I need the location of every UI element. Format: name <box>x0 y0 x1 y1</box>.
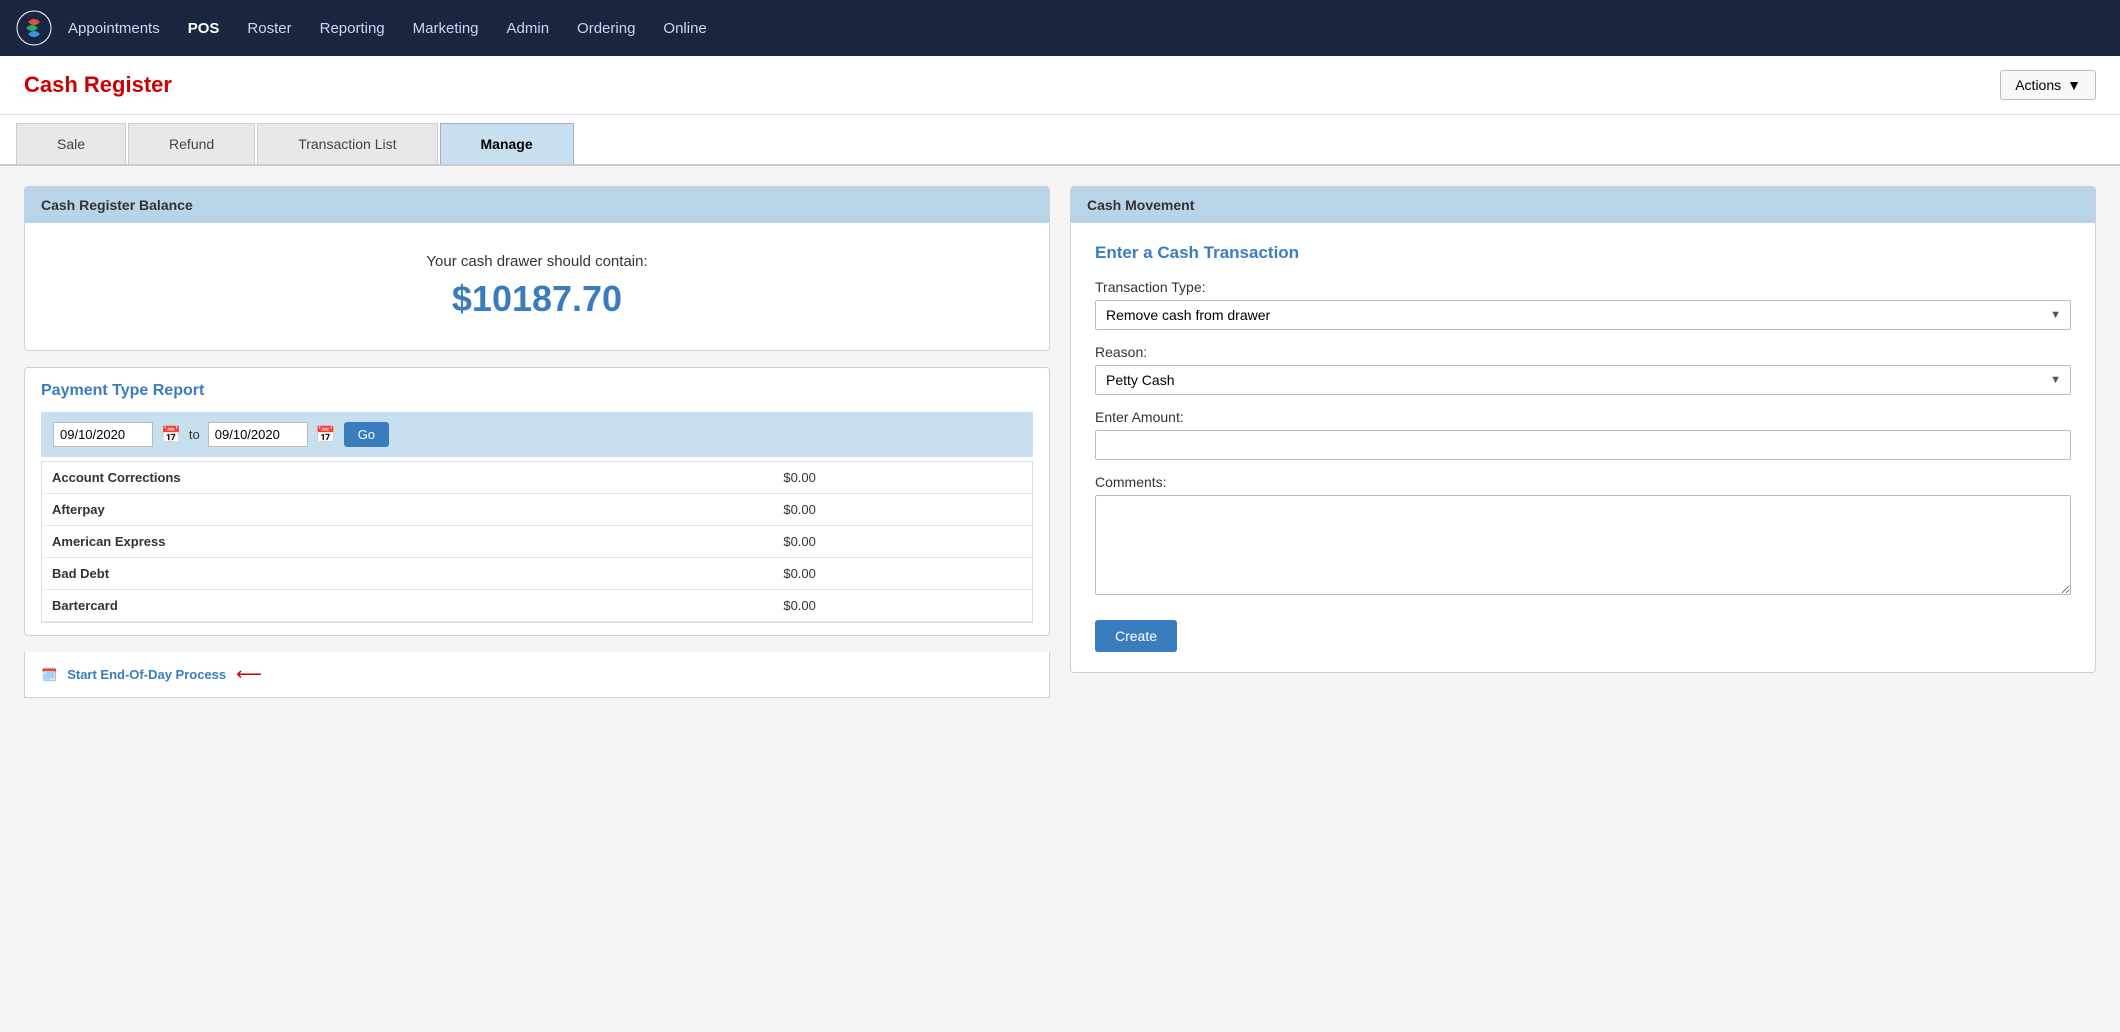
payment-amount: $0.00 <box>773 494 1032 526</box>
transaction-type-group: Transaction Type: Remove cash from drawe… <box>1095 279 2071 330</box>
tab-transaction-list[interactable]: Transaction List <box>257 123 437 164</box>
table-row: American Express$0.00 <box>42 526 1032 558</box>
payment-table-wrapper: Account Corrections$0.00Afterpay$0.00Ame… <box>41 461 1033 623</box>
payment-name: Account Corrections <box>42 462 773 494</box>
chevron-down-icon: ▼ <box>2067 77 2081 93</box>
amount-group: Enter Amount: <box>1095 409 2071 460</box>
cash-tx-title: Enter a Cash Transaction <box>1095 243 2071 263</box>
date-filter-row: 📅 to 📅 Go <box>41 412 1033 457</box>
reason-wrapper: Petty Cash Bank Deposit Opening Float Ot… <box>1095 365 2071 395</box>
nav-pos[interactable]: POS <box>188 20 220 37</box>
nav-ordering[interactable]: Ordering <box>577 20 635 37</box>
payment-amount: $0.00 <box>773 526 1032 558</box>
calendar-from-icon[interactable]: 📅 <box>161 425 181 445</box>
left-panel: Cash Register Balance Your cash drawer s… <box>24 186 1050 698</box>
tab-refund[interactable]: Refund <box>128 123 255 164</box>
comments-label: Comments: <box>1095 474 2071 490</box>
balance-section-header: Cash Register Balance <box>25 187 1049 223</box>
transaction-type-label: Transaction Type: <box>1095 279 2071 295</box>
main-content: Cash Register Balance Your cash drawer s… <box>0 166 2120 718</box>
cash-movement-header: Cash Movement <box>1071 187 2095 223</box>
payment-section-header: Payment Type Report <box>25 368 1049 400</box>
payment-amount: $0.00 <box>773 462 1032 494</box>
comments-textarea[interactable] <box>1095 495 2071 595</box>
balance-section-body: Your cash drawer should contain: $10187.… <box>25 223 1049 350</box>
reason-select[interactable]: Petty Cash Bank Deposit Opening Float Ot… <box>1095 365 2071 395</box>
nav-roster[interactable]: Roster <box>247 20 291 37</box>
nav-reporting[interactable]: Reporting <box>320 20 385 37</box>
cash-movement-body: Enter a Cash Transaction Transaction Typ… <box>1071 223 2095 672</box>
tab-manage[interactable]: Manage <box>440 123 574 164</box>
nav-bar: Appointments POS Roster Reporting Market… <box>0 0 2120 56</box>
tab-sale[interactable]: Sale <box>16 123 126 164</box>
table-row: Afterpay$0.00 <box>42 494 1032 526</box>
eod-row: 🗓️ Start End-Of-Day Process ⟵ <box>24 652 1050 698</box>
payment-name: Bad Debt <box>42 558 773 590</box>
right-panel: Cash Movement Enter a Cash Transaction T… <box>1070 186 2096 698</box>
cash-movement-card: Cash Movement Enter a Cash Transaction T… <box>1070 186 2096 673</box>
app-logo <box>16 10 52 46</box>
payment-card: Payment Type Report 📅 to 📅 Go Account Co… <box>24 367 1050 636</box>
table-row: Account Corrections$0.00 <box>42 462 1032 494</box>
create-button[interactable]: Create <box>1095 620 1177 652</box>
eod-icon: 🗓️ <box>41 667 57 683</box>
page-title: Cash Register <box>24 72 172 98</box>
eod-link[interactable]: Start End-Of-Day Process <box>67 667 226 682</box>
page-header: Cash Register Actions ▼ <box>0 56 2120 115</box>
tabs-bar: Sale Refund Transaction List Manage <box>0 115 2120 166</box>
date-to-input[interactable] <box>208 422 308 447</box>
date-from-input[interactable] <box>53 422 153 447</box>
payment-table: Account Corrections$0.00Afterpay$0.00Ame… <box>42 462 1032 622</box>
nav-online[interactable]: Online <box>663 20 706 37</box>
transaction-type-select[interactable]: Remove cash from drawer Add cash to draw… <box>1095 300 2071 330</box>
payment-amount: $0.00 <box>773 590 1032 622</box>
date-separator: to <box>189 427 200 442</box>
table-row: Bad Debt$0.00 <box>42 558 1032 590</box>
go-button[interactable]: Go <box>344 422 389 447</box>
nav-admin[interactable]: Admin <box>507 20 550 37</box>
payment-section-body: 📅 to 📅 Go Account Corrections$0.00Afterp… <box>25 400 1049 635</box>
payment-name: American Express <box>42 526 773 558</box>
amount-label: Enter Amount: <box>1095 409 2071 425</box>
balance-label: Your cash drawer should contain: <box>45 253 1029 270</box>
payment-amount: $0.00 <box>773 558 1032 590</box>
table-row: Bartercard$0.00 <box>42 590 1032 622</box>
arrow-icon: ⟵ <box>236 664 262 685</box>
comments-group: Comments: <box>1095 474 2071 598</box>
amount-input[interactable] <box>1095 430 2071 460</box>
payment-name: Afterpay <box>42 494 773 526</box>
reason-group: Reason: Petty Cash Bank Deposit Opening … <box>1095 344 2071 395</box>
transaction-type-wrapper: Remove cash from drawer Add cash to draw… <box>1095 300 2071 330</box>
reason-label: Reason: <box>1095 344 2071 360</box>
balance-amount: $10187.70 <box>45 278 1029 320</box>
nav-appointments[interactable]: Appointments <box>68 20 160 37</box>
actions-button[interactable]: Actions ▼ <box>2000 70 2096 100</box>
calendar-to-icon[interactable]: 📅 <box>316 425 336 445</box>
balance-card: Cash Register Balance Your cash drawer s… <box>24 186 1050 351</box>
nav-items: Appointments POS Roster Reporting Market… <box>68 20 707 37</box>
payment-name: Bartercard <box>42 590 773 622</box>
nav-marketing[interactable]: Marketing <box>413 20 479 37</box>
